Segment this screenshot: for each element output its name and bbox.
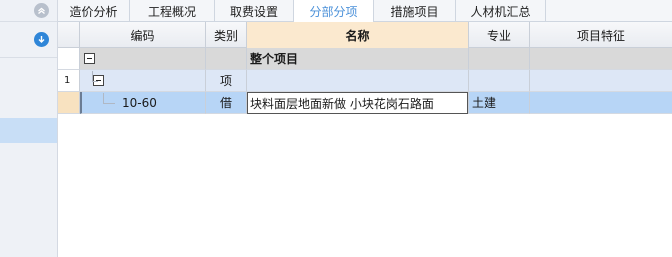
item-grid: 编码 类别 名称 专业 项目特征 整个项目 1 项 10-60 借 土建 块料面… <box>58 22 672 257</box>
row-number <box>58 92 80 114</box>
tree-connector <box>92 71 93 81</box>
tab-project-overview[interactable]: 工程概况 <box>130 0 215 22</box>
table-row-project[interactable]: 整个项目 <box>58 48 672 70</box>
sidebar-header <box>0 0 57 22</box>
tree-connector <box>92 81 98 82</box>
tree-connector <box>103 103 115 104</box>
category-cell[interactable] <box>206 48 247 70</box>
header-category[interactable]: 类别 <box>206 22 247 48</box>
arrow-down-icon[interactable] <box>34 32 49 47</box>
code-cell[interactable] <box>80 70 206 92</box>
header-code[interactable]: 编码 <box>80 22 206 48</box>
grid-header: 编码 类别 名称 专业 项目特征 <box>58 22 672 48</box>
tab-bar: 造价分析 工程概况 取费设置 分部分项 措施项目 人材机汇总 <box>58 0 672 22</box>
tab-sub-items[interactable]: 分部分项 <box>294 0 374 22</box>
feature-cell[interactable] <box>530 48 672 70</box>
sidebar-selected-item[interactable] <box>0 118 57 143</box>
table-row-item[interactable]: 1 项 <box>58 70 672 92</box>
sidebar-toolbar <box>0 22 57 58</box>
tab-cost-analysis[interactable]: 造价分析 <box>58 0 130 22</box>
code-cell[interactable]: 10-60 <box>80 92 206 114</box>
specialty-cell[interactable] <box>469 70 530 92</box>
specialty-cell[interactable] <box>469 48 530 70</box>
header-row-number <box>58 22 80 48</box>
tab-fee-settings[interactable]: 取费设置 <box>215 0 294 22</box>
header-feature[interactable]: 项目特征 <box>530 22 672 48</box>
code-cell[interactable] <box>80 48 206 70</box>
header-specialty[interactable]: 专业 <box>469 22 530 48</box>
tree-connector <box>103 93 104 103</box>
row-number: 1 <box>58 70 80 92</box>
name-cell[interactable] <box>247 70 469 92</box>
specialty-cell[interactable]: 土建 <box>469 92 530 114</box>
feature-cell[interactable] <box>530 92 672 114</box>
collapse-minus-icon[interactable] <box>84 53 95 64</box>
category-cell[interactable]: 项 <box>206 70 247 92</box>
name-cell[interactable]: 整个项目 <box>247 48 469 70</box>
tab-measures[interactable]: 措施项目 <box>374 0 456 22</box>
chevron-up-icon[interactable] <box>34 3 49 18</box>
left-sidebar <box>0 0 58 257</box>
header-name[interactable]: 名称 <box>247 22 469 48</box>
name-edit-input[interactable]: 块料面层地面新做 小块花岗石路面 <box>247 92 468 114</box>
tab-labor-material-summary[interactable]: 人材机汇总 <box>456 0 546 22</box>
row-number <box>58 48 80 70</box>
feature-cell[interactable] <box>530 70 672 92</box>
category-cell[interactable]: 借 <box>206 92 247 114</box>
